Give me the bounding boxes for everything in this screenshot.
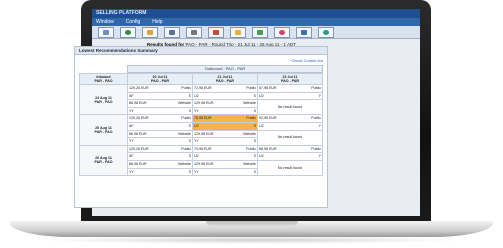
column-header[interactable]: 20 Jul 11 PAO - PAR — [127, 73, 193, 85]
menu-help[interactable]: Help — [152, 18, 162, 26]
laptop-shadow — [40, 236, 463, 244]
app-title: SELLING PLATFORM — [92, 9, 420, 18]
check-counts-link[interactable]: Check Counts too — [75, 55, 327, 65]
table-row: 25 Aug 11 PAR - PAO 129,26 EUR Public 78,98 … — [79, 114, 323, 146]
table-row: 26 Aug 11 PAR - PAO 129,26 EUR Public 70,98 … — [79, 144, 323, 177]
fare-cell[interactable]: YY S — [127, 167, 193, 177]
fare-cell[interactable]: 129,98 EUR Website — [192, 99, 258, 108]
fare-cell[interactable]: 129,98 EUR Website — [192, 159, 258, 169]
panel-title: Lowest Recommendations Summary — [75, 47, 327, 55]
fare-cell[interactable]: YY S — [192, 137, 258, 146]
fare-cell[interactable]: 129,26 EUR Public — [127, 144, 193, 154]
no-result-cell: No result found — [257, 99, 323, 116]
fare-cell[interactable]: U2 Y — [257, 121, 323, 131]
info-icon[interactable] — [318, 26, 334, 38]
inbound-corner-header: Inbound PAR - PAO — [79, 73, 128, 85]
toolbar — [92, 26, 420, 39]
row-header[interactable]: 25 Aug 11 PAR - PAO — [79, 114, 128, 146]
fare-matrix: Inbound PAR - PAO 20 Jul 11 PAO - PAR 21 … — [79, 73, 323, 177]
fare-cell[interactable]: AF S — [127, 91, 193, 101]
document-icon[interactable] — [296, 26, 312, 38]
menu-bar: Window Config Help — [92, 18, 420, 26]
inbound-route: PAR - PAO — [94, 79, 113, 83]
mail-icon[interactable] — [252, 26, 268, 38]
fare-cell[interactable]: AF S — [127, 121, 193, 131]
column-header[interactable]: 21 Jul 11 PAO - PAR — [192, 73, 258, 85]
heart-icon[interactable] — [274, 26, 290, 38]
fare-cell[interactable]: 70,98 EUR Public — [192, 144, 258, 154]
fare-cell[interactable]: 72,98 EUR Public — [192, 84, 258, 93]
fare-cell[interactable]: 129,98 EUR Website — [192, 129, 258, 139]
fare-cell[interactable]: 86,98 EUR Website — [127, 99, 193, 108]
fare-cell[interactable]: U2 S — [192, 152, 258, 161]
recommendations-panel: Lowest Recommendations Summary Check Cou… — [74, 46, 328, 208]
column-header[interactable]: 22 Jul 11 PAO - PAR — [257, 73, 323, 85]
fare-cell[interactable]: U2 S — [192, 121, 258, 131]
fare-cell[interactable]: U2 S — [192, 91, 258, 101]
menu-window[interactable]: Window — [96, 18, 114, 26]
fare-cell[interactable]: AF S — [127, 152, 193, 161]
fare-cell[interactable]: U2 Y — [257, 152, 323, 161]
fare-cell[interactable]: 92,98 EUR Public — [257, 114, 323, 123]
outbound-header: Outbound : PAO - PAR — [127, 65, 323, 73]
row-header[interactable]: 26 Aug 11 PAR - PAO — [79, 144, 128, 177]
home-icon[interactable] — [98, 26, 114, 38]
row-header[interactable]: 24 Aug 11 PAR - PAO — [79, 83, 128, 116]
laptop-notch — [206, 221, 298, 226]
fare-cell[interactable]: 88,98 EUR Public — [257, 144, 323, 154]
fare-cell[interactable]: 129,26 EUR Public — [127, 84, 193, 93]
fare-cell[interactable]: 78,98 EUR Public — [192, 114, 258, 123]
fare-cell[interactable]: U2 Y — [257, 91, 323, 101]
globe-icon[interactable] — [120, 26, 136, 38]
fare-cell[interactable]: 86,98 EUR Website — [127, 159, 193, 169]
printer-icon[interactable] — [186, 26, 202, 38]
fare-cell[interactable]: YY S — [192, 106, 258, 116]
fare-cell[interactable]: YY S — [127, 137, 193, 146]
chart-icon[interactable] — [230, 26, 246, 38]
fare-cell[interactable]: 86,98 EUR Website — [127, 129, 193, 139]
menu-config[interactable]: Config — [126, 18, 140, 26]
fare-cell[interactable]: 129,26 EUR Public — [127, 114, 193, 123]
people-icon[interactable] — [164, 26, 180, 38]
fare-cell[interactable]: YY S — [127, 106, 193, 116]
no-result-cell: No result found — [257, 159, 323, 177]
folder-icon[interactable] — [142, 26, 158, 38]
fare-cell[interactable]: YY S — [192, 167, 258, 177]
ticket-icon[interactable] — [208, 26, 224, 38]
fare-cell[interactable]: 67,98 EUR Public — [257, 84, 323, 93]
table-row: 24 Aug 11 PAR - PAO 129,26 EUR Public 72,98 … — [79, 83, 323, 116]
no-result-cell: No result found — [257, 129, 323, 146]
